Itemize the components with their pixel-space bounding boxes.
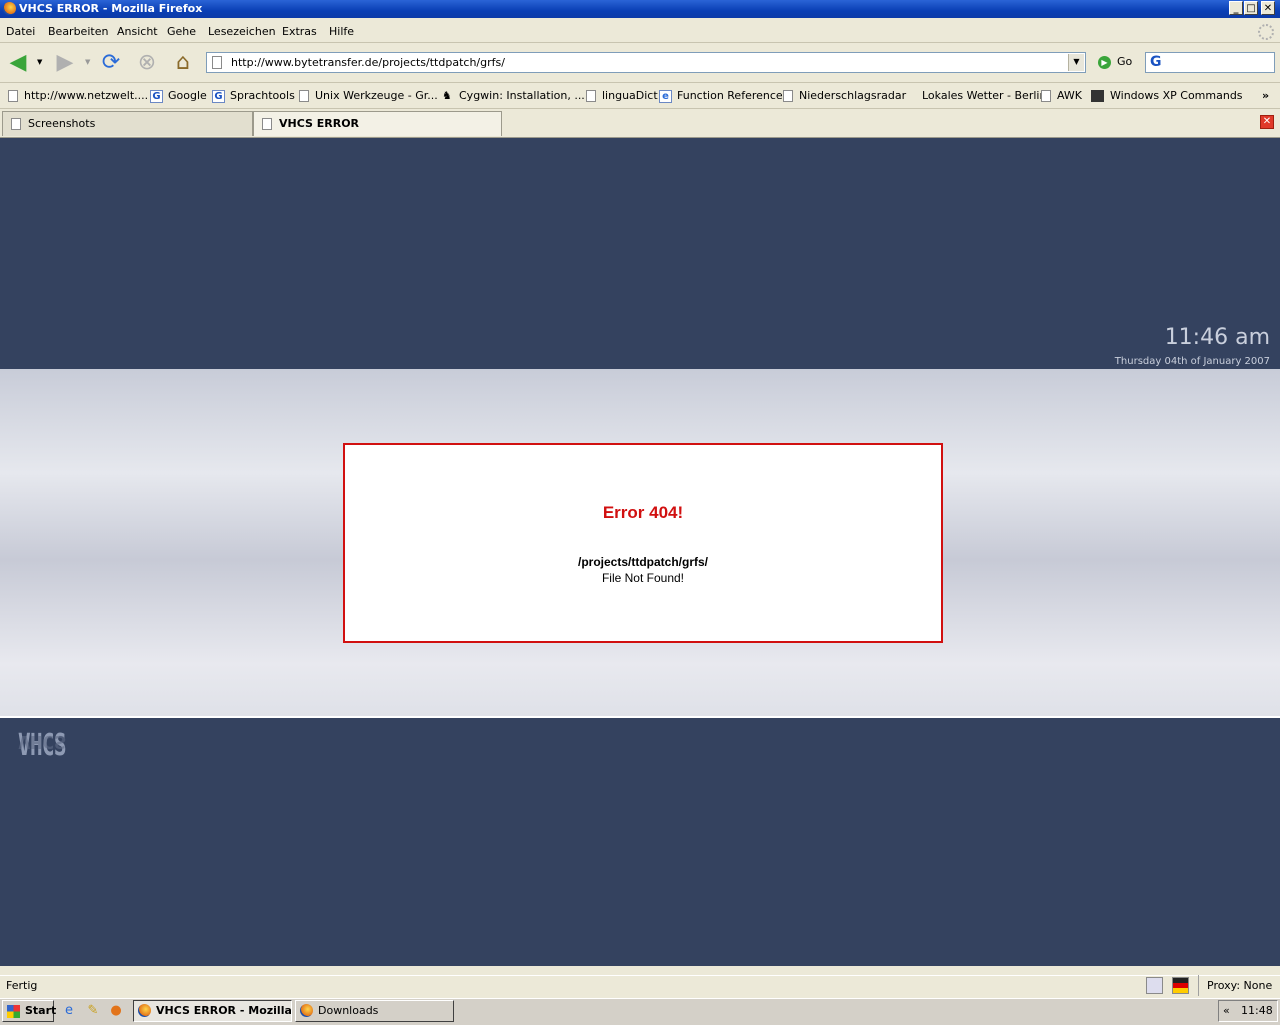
home-icon[interactable]: ⌂: [170, 50, 196, 76]
window-title: VHCS ERROR - Mozilla Firefox: [19, 2, 203, 15]
url-bar[interactable]: http://www.bytetransfer.de/projects/ttdp…: [206, 52, 1086, 73]
firefox-icon: [300, 1004, 313, 1017]
stop-icon[interactable]: ⊗: [134, 50, 160, 76]
google-search-icon[interactable]: G: [1150, 54, 1162, 70]
back-dropdown-icon[interactable]: ▼: [37, 58, 42, 66]
google-icon: G: [150, 89, 163, 103]
bookmark-item[interactable]: Niederschlagsradar: [783, 89, 906, 102]
menu-extras[interactable]: Extras: [282, 25, 317, 38]
forward-dropdown-icon[interactable]: ▼: [85, 58, 90, 66]
bookmark-item[interactable]: http://www.netzwelt....: [8, 89, 148, 102]
page-icon: [8, 90, 18, 102]
page-icon: [11, 118, 21, 130]
firefox-icon: [138, 1004, 151, 1017]
clock-date: Thursday 04th of January 2007: [1114, 356, 1270, 367]
proxy-status[interactable]: Proxy: None: [1198, 975, 1278, 996]
page-info-icon[interactable]: [1146, 977, 1163, 994]
menu-ansicht[interactable]: Ansicht: [117, 25, 158, 38]
bookmark-item[interactable]: linguaDict: [586, 89, 658, 102]
bookmark-item[interactable]: Lokales Wetter - Berlin: [922, 89, 1046, 102]
page-icon: [783, 90, 793, 102]
german-flag-icon[interactable]: [1172, 977, 1189, 994]
menu-bearbeiten[interactable]: Bearbeiten: [48, 25, 108, 38]
bookmark-item[interactable]: AWK: [1041, 89, 1082, 102]
tray-expand-chevron[interactable]: «: [1223, 1001, 1230, 1021]
menu-gehe[interactable]: Gehe: [167, 25, 196, 38]
bookmark-item[interactable]: e Function Reference: [659, 89, 783, 103]
title-bar: VHCS ERROR - Mozilla Firefox _ □ ✕: [0, 0, 1280, 18]
bookmarks-overflow-chevron[interactable]: »: [1262, 89, 1269, 102]
menu-lesezeichen[interactable]: Lesezeichen: [208, 25, 276, 38]
error-box: Error 404! /projects/ttdpatch/grfs/ File…: [343, 443, 943, 643]
maximize-button[interactable]: □: [1244, 1, 1258, 15]
task-downloads[interactable]: Downloads: [295, 1000, 454, 1022]
page-icon: [262, 118, 272, 130]
go-arrow-icon: ▶: [1098, 55, 1111, 69]
system-tray: « 11:48: [1218, 1000, 1278, 1022]
url-text: http://www.bytetransfer.de/projects/ttdp…: [231, 56, 505, 69]
close-button[interactable]: ✕: [1261, 1, 1275, 15]
google-icon: G: [212, 89, 225, 103]
clock-time: 11:46 am: [1164, 325, 1270, 350]
page-icon: [586, 90, 596, 102]
page-icon: [1041, 90, 1051, 102]
firefox-quicklaunch-icon[interactable]: ●: [108, 1003, 124, 1019]
go-button[interactable]: ▶ Go: [1098, 55, 1132, 69]
start-button[interactable]: Start: [2, 1000, 56, 1022]
cygwin-icon: ♞: [442, 89, 452, 102]
vhcs-logo-reflection: VHCS: [18, 731, 66, 752]
error-path: /projects/ttdpatch/grfs/: [577, 555, 708, 569]
page-icon: [299, 90, 309, 102]
error-title: Error 404!: [602, 503, 684, 522]
task-vhcs-error[interactable]: VHCS ERROR - Mozilla ...: [133, 1000, 292, 1022]
page-icon: [212, 56, 222, 69]
reload-icon[interactable]: ⟳: [98, 50, 124, 76]
bookmark-item[interactable]: G Google: [150, 89, 207, 103]
menu-datei[interactable]: Datei: [6, 25, 35, 38]
bookmark-item[interactable]: G Sprachtools: [212, 89, 295, 103]
bookmark-item[interactable]: Windows XP Commands: [1091, 89, 1243, 102]
status-bar: [0, 975, 1280, 998]
close-tab-icon[interactable]: ✕: [1260, 115, 1274, 129]
tab-vhcs-error[interactable]: VHCS ERROR: [253, 111, 502, 136]
minimize-button[interactable]: _: [1229, 1, 1243, 15]
terminal-icon: [1091, 90, 1104, 102]
ie-quicklaunch-icon[interactable]: e: [61, 1003, 77, 1019]
folder-quicklaunch-icon[interactable]: ✎: [85, 1003, 101, 1019]
error-message: File Not Found!: [601, 571, 685, 585]
bookmark-item[interactable]: Unix Werkzeuge - Gr...: [299, 89, 438, 102]
ie-icon: e: [659, 89, 672, 103]
url-dropdown-icon[interactable]: ▼: [1068, 54, 1084, 71]
tray-clock[interactable]: 11:48: [1241, 1001, 1273, 1021]
bookmark-item[interactable]: ♞ Cygwin: Installation, ...: [442, 89, 585, 102]
firefox-icon: [3, 2, 16, 15]
status-text: Fertig: [6, 979, 38, 992]
back-arrow-icon[interactable]: ◀: [5, 50, 31, 76]
forward-arrow-icon[interactable]: ▶: [52, 50, 78, 76]
windows-logo-icon: [7, 1005, 20, 1018]
throbber-icon: [1258, 24, 1274, 40]
menu-hilfe[interactable]: Hilfe: [329, 25, 354, 38]
search-input[interactable]: G: [1145, 52, 1275, 73]
tab-screenshots[interactable]: Screenshots: [2, 111, 253, 136]
